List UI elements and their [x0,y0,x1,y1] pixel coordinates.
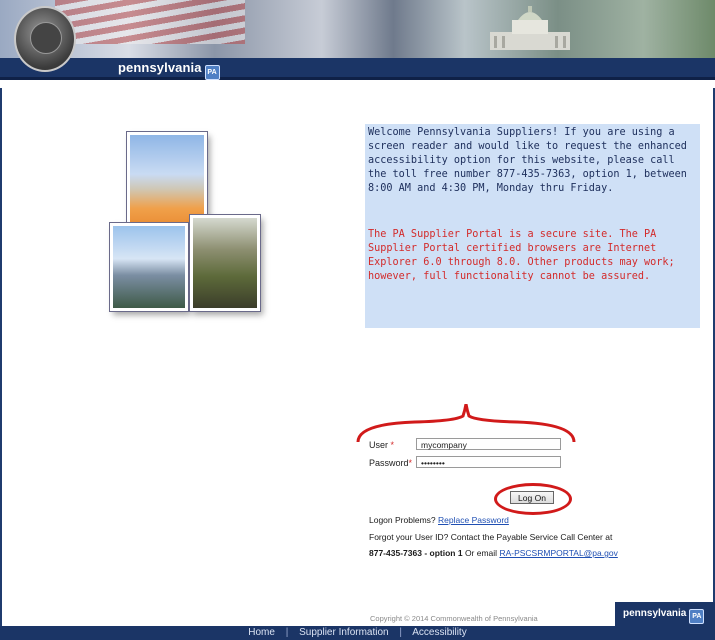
footer-separator: | [399,627,403,638]
welcome-panel: Welcome Pennsylvania Suppliers! If you a… [365,124,700,328]
user-id-input[interactable]: mycompany [416,438,561,450]
pa-keystone-icon: PA [689,609,705,624]
state-seal-logo [14,6,76,72]
photo-collage [109,128,270,328]
footer-link-home[interactable]: Home [248,627,275,638]
password-input[interactable]: •••••••• [416,456,561,468]
contact-line: 877-435-7363 - option 1 Or email RA-PSCS… [369,548,618,558]
site-header: pennsylvania PA [0,0,715,88]
forgot-user-id-text: Forgot your User ID? Contact the Payable… [369,532,613,542]
pa-keystone-icon: PA [204,65,220,80]
header-blue-bar [0,58,715,80]
copyright-text: Copyright © 2014 Commonwealth of Pennsyl… [370,614,538,623]
welcome-message: Welcome Pennsylvania Suppliers! If you a… [368,127,687,194]
footer-link-accessibility[interactable]: Accessibility [412,627,466,638]
footer-link-supplier-information[interactable]: Supplier Information [299,627,389,638]
brand-text: pennsylvania [118,60,202,75]
flag-image [55,0,245,44]
header-banner-image [0,0,715,58]
log-on-button[interactable]: Log On [510,491,554,504]
city-skyline-photo [109,222,189,312]
support-email-link[interactable]: RA-PSCSRMPORTAL@pa.gov [499,548,617,558]
support-option: - option 1 [424,548,463,558]
footer-pennsylvania-logo[interactable]: pennsylvania PA [615,602,715,626]
footer-separator: | [285,627,289,638]
pennsylvania-logo[interactable]: pennsylvania PA [118,60,220,80]
capitol-dome-image [490,6,570,50]
logon-problems-line: Logon Problems? Replace Password [369,515,509,525]
fallingwater-photo [189,214,261,312]
browser-notice: The PA Supplier Portal is a secure site.… [368,229,675,282]
user-label: User * [369,440,395,450]
support-phone: 877-435-7363 [369,548,422,558]
replace-password-link[interactable]: Replace Password [438,515,509,525]
footer-nav: Home | Supplier Information | Accessibil… [0,626,715,640]
password-label: Password* [369,458,413,468]
